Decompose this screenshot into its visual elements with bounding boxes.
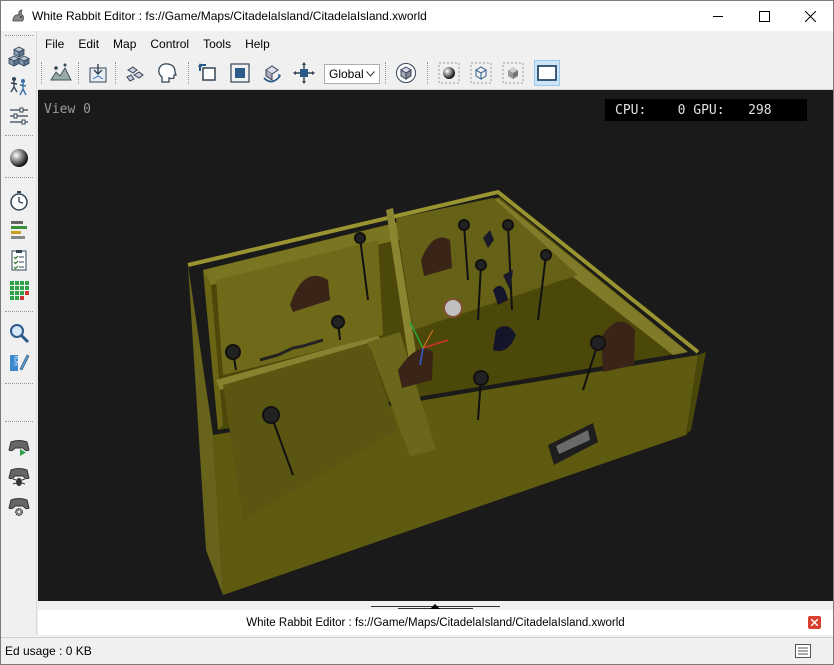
chevron-down-icon xyxy=(366,71,375,77)
menu-map[interactable]: Map xyxy=(106,31,143,56)
checklist-button[interactable] xyxy=(6,247,32,273)
gamepad-play-icon xyxy=(8,440,30,456)
coordinate-space-select[interactable]: Global xyxy=(324,64,380,84)
world-button[interactable] xyxy=(6,145,32,171)
render-solid-button[interactable] xyxy=(500,60,526,86)
object-view-button[interactable] xyxy=(393,60,419,86)
close-panel-button[interactable] xyxy=(808,616,821,629)
close-window-button[interactable] xyxy=(787,1,833,31)
menu-tools[interactable]: Tools xyxy=(196,31,238,56)
menu-edit[interactable]: Edit xyxy=(71,31,106,56)
performance-counter: CPU: 0 GPU: 298 xyxy=(605,99,807,121)
menu-file[interactable]: File xyxy=(38,31,71,56)
terrain-tool-button[interactable] xyxy=(48,60,74,86)
output-panel-title: White Rabbit Editor : fs://Game/Maps/Cit… xyxy=(246,616,625,629)
transform-tool-button[interactable] xyxy=(291,60,317,86)
play-game-button[interactable] xyxy=(6,433,32,459)
head-profile-icon xyxy=(158,63,177,83)
title-bar: White Rabbit Editor : fs://Game/Maps/Cit… xyxy=(1,1,833,31)
render-lit-button[interactable] xyxy=(436,60,462,86)
close-icon xyxy=(811,619,818,626)
window-title: White Rabbit Editor : fs://Game/Maps/Cit… xyxy=(32,9,427,23)
status-bar: Ed usage : 0 KB xyxy=(1,637,833,664)
stats-grid-button[interactable] xyxy=(6,277,32,303)
cpu-label: CPU: xyxy=(615,102,647,118)
stopwatch-icon xyxy=(10,191,28,211)
wire-cube-icon xyxy=(470,62,492,84)
cube-circle-icon xyxy=(396,63,416,83)
view-label: View 0 xyxy=(44,102,91,117)
menu-help[interactable]: Help xyxy=(238,31,277,56)
editor-window: White Rabbit Editor : fs://Game/Maps/Cit… xyxy=(0,0,834,665)
maximize-icon xyxy=(758,10,770,22)
physics-button[interactable] xyxy=(122,60,148,86)
debug-game-button[interactable] xyxy=(6,463,32,489)
sql-pen-icon: SQL xyxy=(10,353,30,371)
figures-icon xyxy=(10,77,27,96)
close-icon xyxy=(804,10,816,22)
viewport-layout-icon xyxy=(537,65,557,81)
sphere-icon xyxy=(10,149,28,167)
memory-bars-icon xyxy=(11,221,27,239)
menu-bar: File Edit Map Control Tools Help xyxy=(38,31,833,56)
memory-button[interactable] xyxy=(6,217,32,243)
rabbit-app-icon xyxy=(12,9,24,22)
properties-button[interactable] xyxy=(6,103,32,129)
output-panel-tab: White Rabbit Editor : fs://Game/Maps/Cit… xyxy=(38,610,833,635)
magnifier-icon xyxy=(10,324,30,344)
list-panel-icon[interactable] xyxy=(795,644,811,658)
place-box-icon xyxy=(89,64,107,83)
game-settings-button[interactable] xyxy=(6,493,32,519)
minimize-button[interactable] xyxy=(695,1,741,31)
green-grid-icon xyxy=(10,281,29,300)
rotate-icon xyxy=(263,65,281,83)
move-axes-icon xyxy=(198,63,216,81)
solid-cube-icon xyxy=(502,62,524,84)
search-button[interactable] xyxy=(6,320,32,346)
gpu-label: GPU: xyxy=(693,102,725,118)
main-toolbar: Global xyxy=(38,56,833,90)
entities-button[interactable] xyxy=(6,73,32,99)
profiler-button[interactable] xyxy=(6,188,32,214)
scale-tool-button[interactable] xyxy=(227,60,253,86)
cpu-value: 0 xyxy=(677,102,686,118)
place-object-button[interactable] xyxy=(85,60,111,86)
character-button[interactable] xyxy=(154,60,180,86)
scale-box-icon xyxy=(230,63,250,83)
shapes-icon xyxy=(126,66,144,82)
render-wire-button[interactable] xyxy=(468,60,494,86)
sliders-icon xyxy=(10,107,28,125)
maximize-button[interactable] xyxy=(741,1,787,31)
menu-control[interactable]: Control xyxy=(143,31,196,56)
cubes-icon xyxy=(8,46,30,67)
svg-text:SQL: SQL xyxy=(15,353,21,366)
sql-button[interactable]: SQL xyxy=(6,349,32,375)
move-tool-button[interactable] xyxy=(195,60,221,86)
single-viewport-button[interactable] xyxy=(534,60,560,86)
checklist-icon xyxy=(11,250,27,271)
panel-splitter[interactable] xyxy=(38,601,833,610)
terrain-icon xyxy=(50,63,72,81)
left-toolbar: SQL xyxy=(1,31,37,635)
3d-viewport[interactable]: View 0 CPU: 0 GPU: 298 xyxy=(38,90,833,601)
transform-arrows-icon xyxy=(293,62,315,84)
scene-tree-button[interactable] xyxy=(6,43,32,69)
minimize-icon xyxy=(712,15,723,17)
gpu-value: 298 xyxy=(748,102,772,118)
ed-usage-text: Ed usage : 0 KB xyxy=(5,644,92,658)
coordinate-space-value: Global xyxy=(329,67,364,81)
gamepad-gear-icon xyxy=(8,498,30,516)
sphere-render-icon xyxy=(438,62,460,84)
gamepad-bug-icon xyxy=(8,468,30,486)
scene-render xyxy=(187,189,706,595)
rotate-tool-button[interactable] xyxy=(259,60,285,86)
